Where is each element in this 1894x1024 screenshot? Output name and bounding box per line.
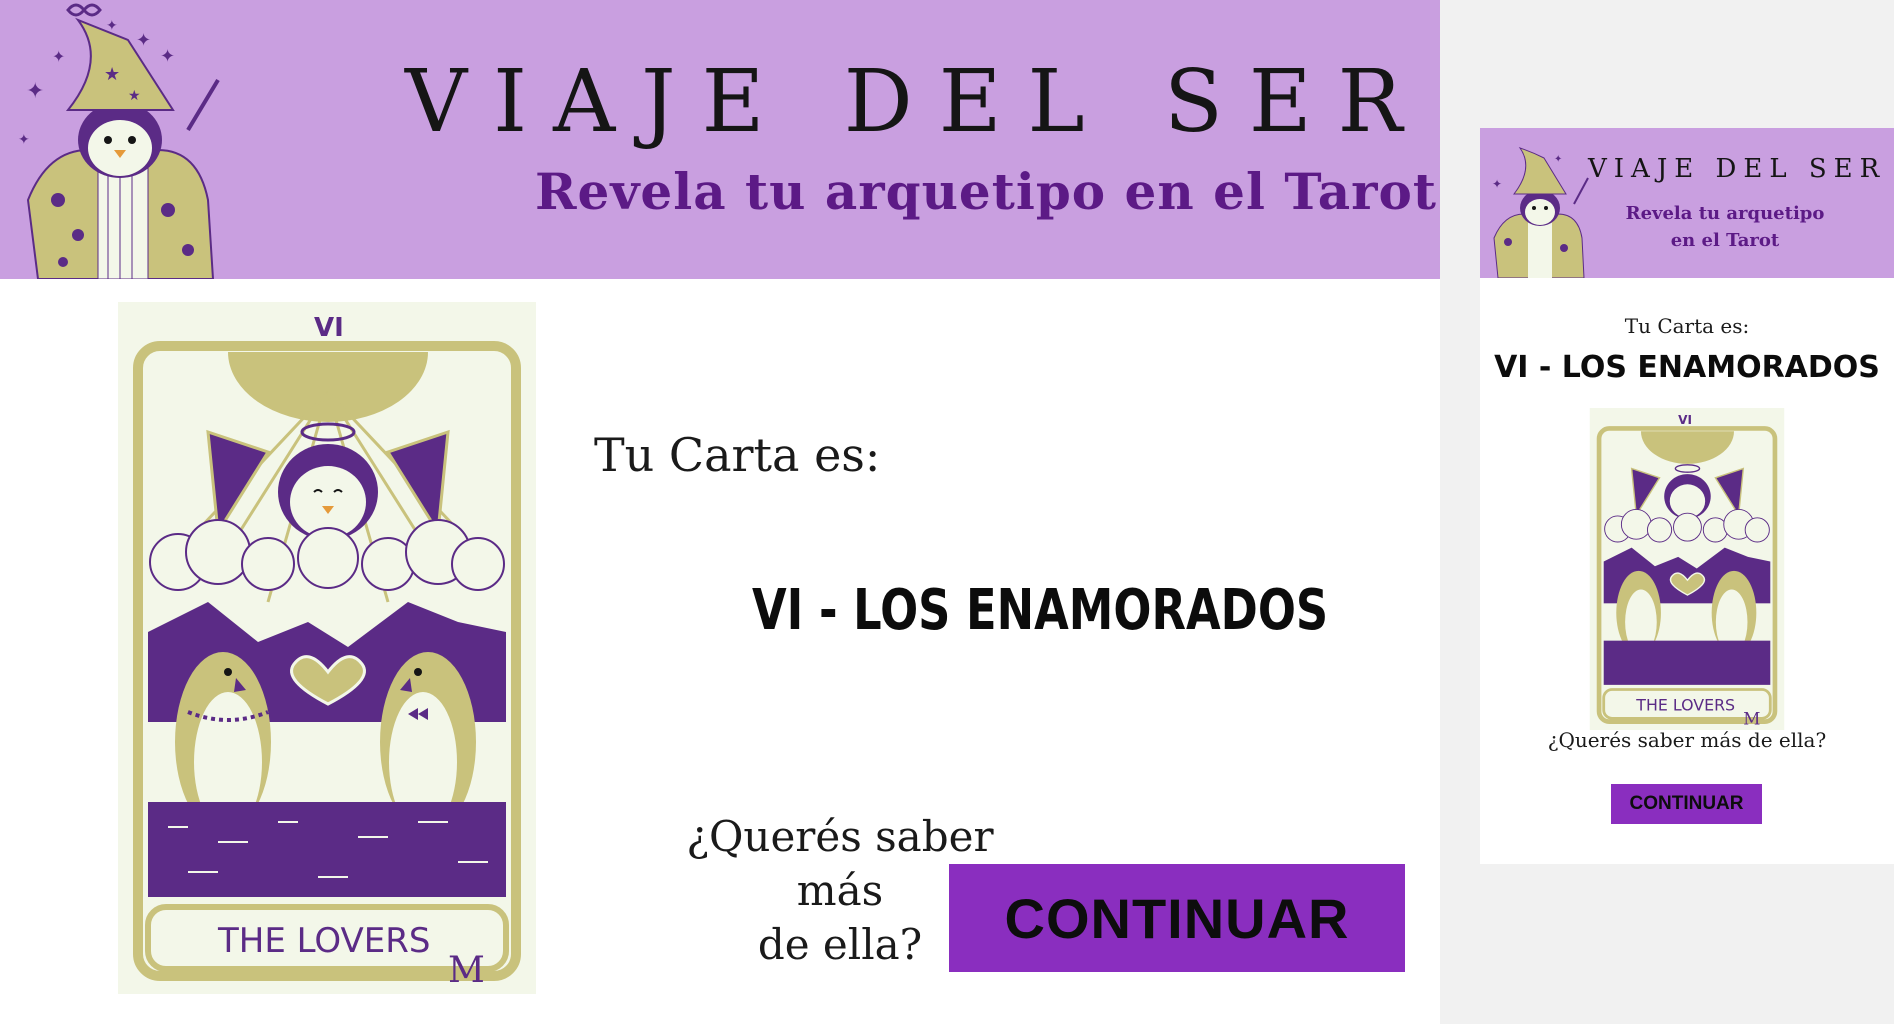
mobile-tarot-card-image: VI THE LOVERS M	[1589, 408, 1785, 730]
svg-text:✦: ✦	[1492, 177, 1502, 191]
penguin-wizard-icon: ✦ ✦ ✦ ✦ ✦ ✦ ★ ★	[18, 3, 220, 279]
site-title: VIAJE DEL SER	[405, 52, 1429, 152]
card-name: VI - LOS ENAMORADOS	[752, 578, 1329, 643]
mobile-site-subtitle: Revela tu arquetipo en el Tarot	[1596, 200, 1854, 254]
continue-button[interactable]: CONTINUAR	[949, 864, 1405, 972]
tarot-card-image: VI THE LOVERS M	[118, 302, 536, 994]
svg-text:✦: ✦	[136, 30, 151, 51]
mobile-header-banner: ✦ ✦ VIAJE DEL SER Revela tu arquetipo en…	[1480, 128, 1894, 278]
svg-text:✦: ✦	[1554, 154, 1562, 165]
svg-text:✦: ✦	[160, 46, 175, 67]
mobile-preview: ✦ ✦ VIAJE DEL SER Revela tu arquetipo en…	[1480, 128, 1894, 864]
mobile-subtitle-line-1: Revela tu arquetipo	[1625, 203, 1825, 224]
card-caption: THE LOVERS	[217, 921, 430, 961]
mobile-site-title: VIAJE DEL SER	[1588, 154, 1887, 184]
desktop-preview: ✦ ✦ ✦ ✦ ✦ ✦ ★ ★ VIAJE DEL SER Revela tu …	[0, 0, 1440, 1024]
header-banner: ✦ ✦ ✦ ✦ ✦ ✦ ★ ★ VIAJE DEL SER Revela tu …	[0, 0, 1440, 279]
svg-text:✦: ✦	[26, 79, 44, 104]
mobile-card-numeral: VI	[1678, 413, 1692, 427]
card-signature: M	[448, 950, 485, 991]
mobile-continue-button[interactable]: CONTINUAR	[1611, 784, 1762, 824]
result-label: Tu Carta es:	[594, 428, 881, 482]
mobile-question-text: ¿Querés saber más de ella?	[1547, 728, 1827, 752]
penguin-wizard-icon: ✦ ✦	[1492, 147, 1589, 278]
svg-text:✦: ✦	[52, 47, 65, 66]
card-numeral: VI	[314, 313, 344, 343]
mobile-card-signature: M	[1743, 708, 1760, 728]
mobile-result-label: Tu Carta es:	[1624, 314, 1750, 338]
site-subtitle: Revela tu arquetipo en el Tarot	[535, 162, 1437, 221]
mobile-card-name: VI - LOS ENAMORADOS	[1494, 350, 1880, 385]
mobile-card-caption: THE LOVERS	[1635, 695, 1735, 714]
mobile-subtitle-line-2: en el Tarot	[1670, 230, 1780, 251]
svg-text:✦: ✦	[18, 132, 30, 148]
svg-text:★: ★	[128, 88, 141, 104]
svg-text:★: ★	[104, 64, 120, 85]
